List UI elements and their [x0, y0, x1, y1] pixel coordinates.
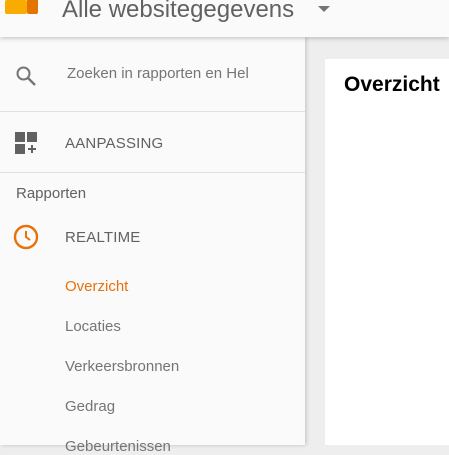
sidebar-subitem-events[interactable]: Gebeurtenissen — [65, 438, 171, 455]
property-selector[interactable]: Alle websitegegevens — [62, 0, 294, 24]
sidebar-subitem-behavior[interactable]: Gedrag — [65, 398, 115, 415]
search-row — [0, 37, 305, 112]
chevron-down-icon[interactable] — [318, 6, 330, 12]
analytics-logo-icon[interactable] — [5, 0, 38, 14]
sidebar-item-realtime[interactable]: REALTIME — [65, 229, 141, 246]
sidebar-subitem-locations[interactable]: Locaties — [65, 318, 121, 335]
content-card: Overzicht — [325, 59, 449, 445]
dashboard-add-icon — [15, 132, 37, 154]
sidebar-subitem-overview[interactable]: Overzicht — [65, 278, 128, 295]
sidebar: AANPASSING Rapporten REALTIME Overzicht … — [0, 37, 305, 455]
sidebar-subitem-traffic-sources[interactable]: Verkeersbronnen — [65, 358, 179, 375]
page-title: Overzicht — [344, 73, 440, 96]
search-icon[interactable] — [14, 64, 38, 88]
sidebar-item-customization[interactable]: AANPASSING — [0, 113, 305, 173]
customization-label: AANPASSING — [65, 135, 164, 152]
top-header: Alle websitegegevens — [0, 0, 449, 37]
clock-icon — [13, 224, 39, 250]
section-label: Rapporten — [16, 185, 87, 202]
search-input[interactable] — [67, 65, 287, 82]
